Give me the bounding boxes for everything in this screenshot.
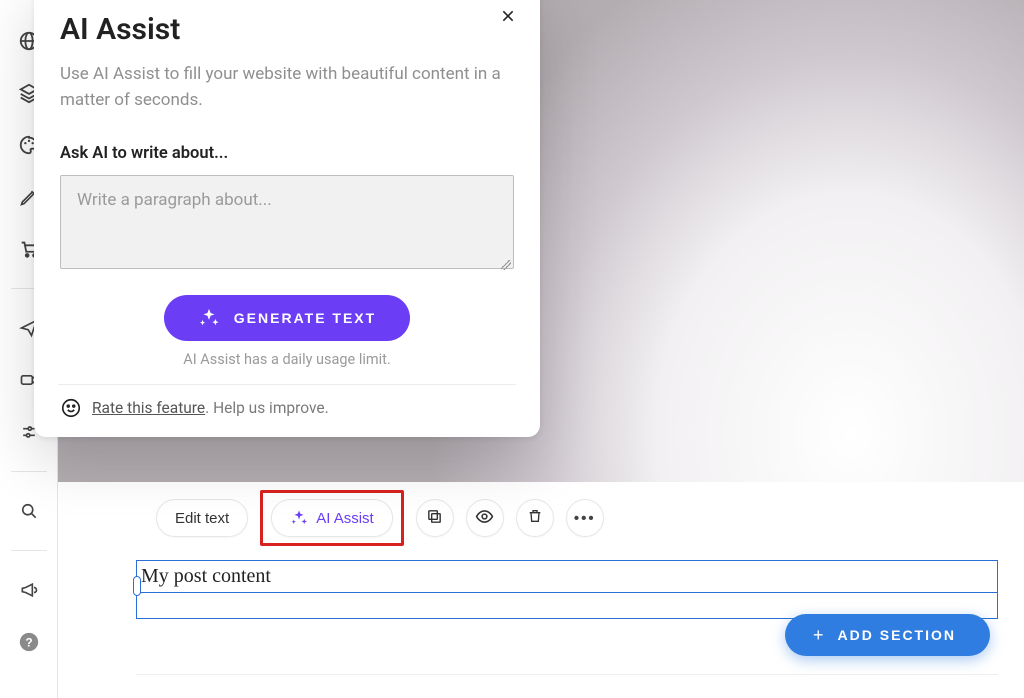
duplicate-button[interactable] xyxy=(416,499,454,537)
generate-text-button[interactable]: GENERATE TEXT xyxy=(164,295,410,341)
edit-text-button[interactable]: Edit text xyxy=(156,499,248,537)
more-button[interactable]: ••• xyxy=(566,499,604,537)
rate-feature-link[interactable]: Rate this feature xyxy=(92,399,205,417)
rail-divider-2 xyxy=(11,471,47,472)
selection-handle[interactable] xyxy=(133,576,141,596)
rail-megaphone-icon[interactable] xyxy=(16,577,42,603)
prompt-label: Ask AI to write about... xyxy=(60,144,514,163)
rate-feature-row: Rate this feature. Help us improve. xyxy=(60,397,514,419)
ai-assist-modal: AI Assist Use AI Assist to fill your web… xyxy=(34,0,540,437)
generate-text-label: GENERATE TEXT xyxy=(234,310,376,326)
modal-title: AI Assist xyxy=(60,12,514,47)
post-content-block[interactable]: My post content xyxy=(136,560,998,619)
add-section-button[interactable]: + ADD SECTION xyxy=(785,614,990,656)
rail-divider-3 xyxy=(11,550,47,551)
ai-assist-button[interactable]: AI Assist xyxy=(271,499,393,537)
modal-divider xyxy=(58,384,516,385)
add-section-label: ADD SECTION xyxy=(838,627,956,643)
trash-icon xyxy=(527,508,543,528)
plus-icon: + xyxy=(813,625,826,646)
modal-description: Use AI Assist to fill your website with … xyxy=(60,61,514,114)
ai-assist-highlight-box: AI Assist xyxy=(260,490,404,546)
section-divider xyxy=(136,674,998,675)
usage-limit-text: AI Assist has a daily usage limit. xyxy=(60,351,514,368)
delete-button[interactable] xyxy=(516,499,554,537)
prompt-textarea[interactable] xyxy=(60,175,514,269)
more-icon: ••• xyxy=(574,510,596,527)
eye-icon xyxy=(475,507,494,530)
sparkle-icon xyxy=(290,509,308,527)
rail-search-icon[interactable] xyxy=(16,498,42,524)
rate-feature-trail: . Help us improve. xyxy=(205,399,329,417)
ai-assist-label: AI Assist xyxy=(316,510,374,527)
close-button[interactable] xyxy=(494,4,522,32)
sparkle-icon xyxy=(198,307,220,329)
copy-icon xyxy=(426,508,443,529)
close-icon xyxy=(500,7,516,30)
svg-text:?: ? xyxy=(25,636,32,650)
visibility-button[interactable] xyxy=(466,499,504,537)
post-content-text[interactable]: My post content xyxy=(137,561,997,592)
rail-help-icon[interactable]: ? xyxy=(16,629,42,655)
element-toolbar: Edit text AI Assist ••• xyxy=(156,490,604,546)
smile-icon xyxy=(60,397,82,419)
